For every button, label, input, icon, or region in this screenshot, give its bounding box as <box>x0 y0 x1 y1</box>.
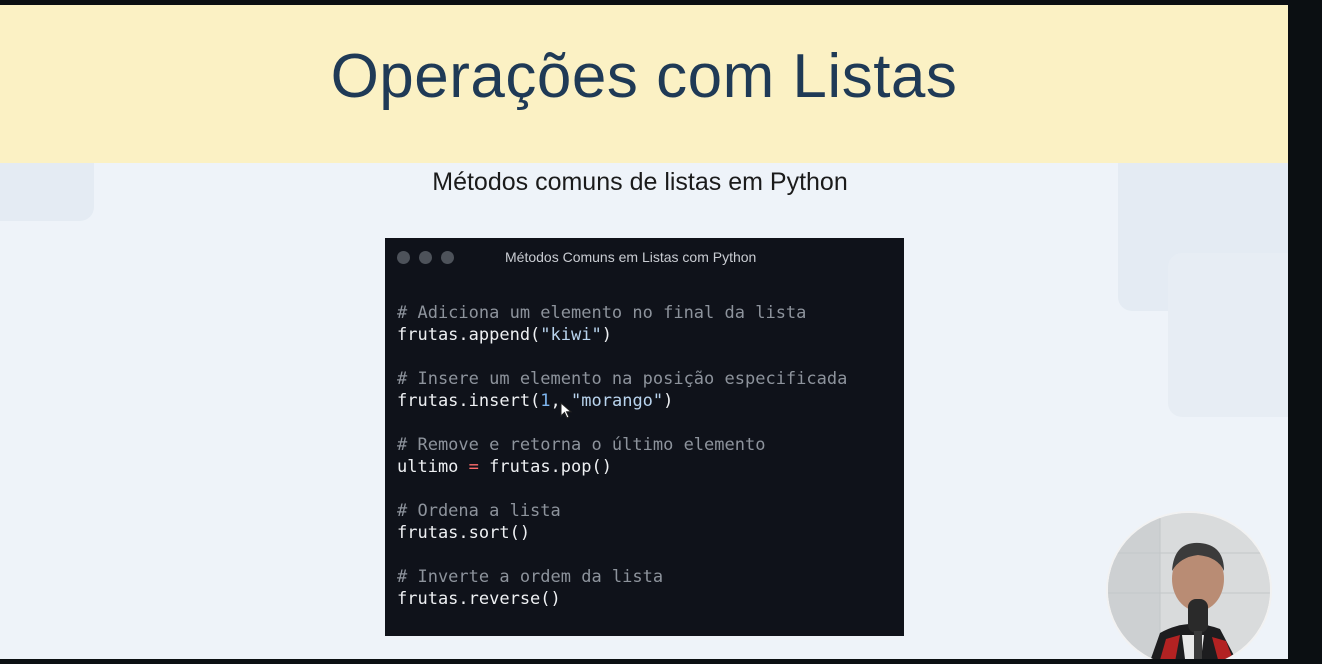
code-token: frutas.pop() <box>478 457 612 477</box>
code-line: frutas.append("kiwi") <box>397 324 847 346</box>
code-line: frutas.reverse() <box>397 589 561 609</box>
code-token: ) <box>601 325 612 345</box>
code-string: "kiwi" <box>540 325 602 345</box>
presenter-webcam <box>1106 511 1272 659</box>
code-line: frutas.insert(1, "morango") <box>397 390 847 412</box>
code-token: frutas.insert( <box>397 391 541 411</box>
presenter-avatar-icon <box>1108 513 1270 659</box>
code-number: 1 <box>540 391 551 411</box>
window-dot-icon <box>419 251 432 264</box>
code-comment: # Inverte a ordem da lista <box>397 567 664 587</box>
code-comment: # Insere um elemento na posição especifi… <box>397 369 848 389</box>
presentation-slide: Operações com Listas Métodos comuns de l… <box>0 5 1288 659</box>
code-line: ultimo = frutas.pop() <box>397 456 847 478</box>
decorative-shape <box>1168 253 1288 417</box>
code-token: ) <box>663 391 674 411</box>
right-border <box>1288 0 1322 664</box>
window-dot-icon <box>397 251 410 264</box>
title-banner: Operações com Listas <box>0 5 1288 163</box>
code-operator: = <box>468 457 479 477</box>
window-dot-icon <box>441 251 454 264</box>
window-titlebar: Métodos Comuns em Listas com Python <box>385 238 904 278</box>
slide-title: Operações com Listas <box>330 41 958 111</box>
code-comment: # Adiciona um elemento no final da lista <box>397 303 807 323</box>
code-string: "morango" <box>571 391 664 411</box>
code-token: frutas.append( <box>397 325 541 345</box>
code-window: Métodos Comuns em Listas com Python # Ad… <box>385 238 904 636</box>
code-token: ultimo <box>397 457 469 477</box>
code-window-title: Métodos Comuns em Listas com Python <box>505 249 757 265</box>
code-line: frutas.sort() <box>397 523 531 543</box>
bottom-border <box>0 659 1322 664</box>
slide-subtitle: Métodos comuns de listas em Python <box>432 168 848 196</box>
mouse-cursor-icon <box>560 402 573 419</box>
code-comment: # Ordena a lista <box>397 501 561 521</box>
code-comment: # Remove e retorna o último elemento <box>397 435 766 455</box>
code-block: # Adiciona um elemento no final da lista… <box>397 302 847 610</box>
